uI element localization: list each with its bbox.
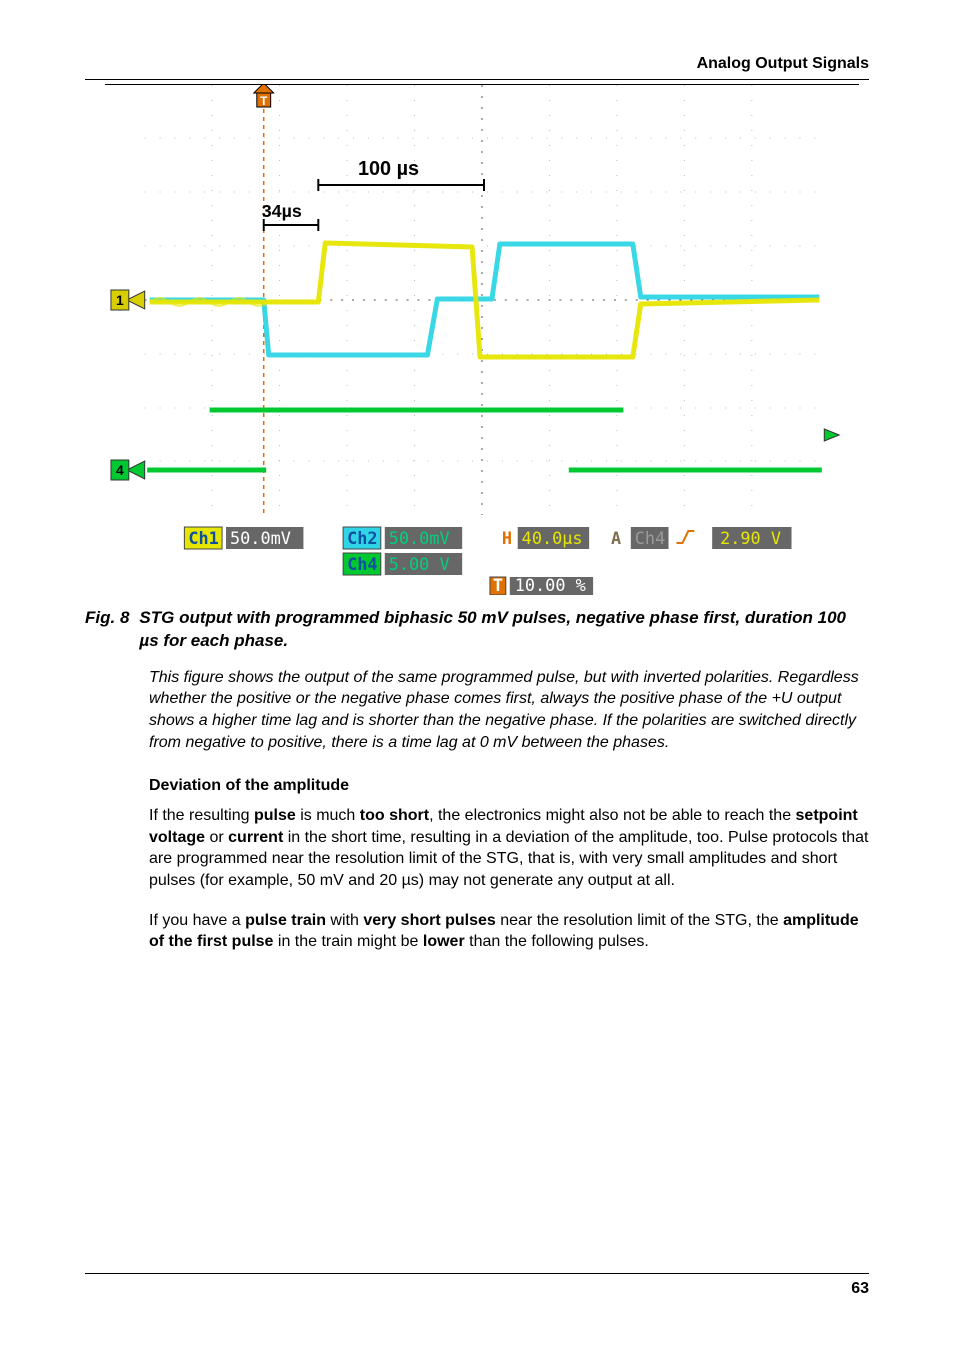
svg-text:1: 1 xyxy=(116,292,124,308)
svg-text:100 µs: 100 µs xyxy=(358,158,419,180)
page-number: 63 xyxy=(851,1280,869,1297)
svg-text:10.00 %: 10.00 % xyxy=(515,575,586,595)
running-head: Analog Output Signals xyxy=(85,55,869,80)
svg-text:Ch4: Ch4 xyxy=(347,554,377,574)
figure-label: Fig. 8 xyxy=(85,607,129,653)
svg-text:T: T xyxy=(493,575,503,595)
svg-text:2.90 V: 2.90 V xyxy=(720,528,781,548)
trig-level-arrow xyxy=(824,429,839,441)
oscilloscope-figure: T 1 4 xyxy=(105,84,859,595)
svg-text:40.0µs: 40.0µs xyxy=(522,528,583,548)
figure-caption: Fig. 8 STG output with programmed biphas… xyxy=(85,607,869,653)
svg-text:5.00 V: 5.00 V xyxy=(389,554,450,574)
svg-text:34µs: 34µs xyxy=(262,201,302,221)
ch4-marker: 4 xyxy=(111,460,145,480)
svg-text:Ch4: Ch4 xyxy=(635,528,665,548)
paragraph-1: If the resulting pulse is much too short… xyxy=(149,805,869,891)
svg-text:50.0mV: 50.0mV xyxy=(389,528,450,548)
svg-text:A: A xyxy=(611,528,621,548)
page-footer: 63 xyxy=(85,1273,869,1298)
svg-text:4: 4 xyxy=(116,462,124,478)
svg-text:T: T xyxy=(260,94,268,108)
svg-text:Ch2: Ch2 xyxy=(347,528,377,548)
svg-text:H: H xyxy=(502,528,512,548)
svg-text:Ch1: Ch1 xyxy=(188,528,218,548)
paragraph-2: If you have a pulse train with very shor… xyxy=(149,910,869,953)
oscilloscope-svg: T 1 4 xyxy=(105,85,859,595)
section-heading: Deviation of the amplitude xyxy=(149,777,869,795)
svg-text:50.0mV: 50.0mV xyxy=(230,528,291,548)
document-page: Analog Output Signals xyxy=(0,0,954,1350)
figure-description: This figure shows the output of the same… xyxy=(149,667,869,753)
figure-title: STG output with programmed biphasic 50 m… xyxy=(139,607,869,653)
ch1-marker: 1 xyxy=(111,290,145,310)
